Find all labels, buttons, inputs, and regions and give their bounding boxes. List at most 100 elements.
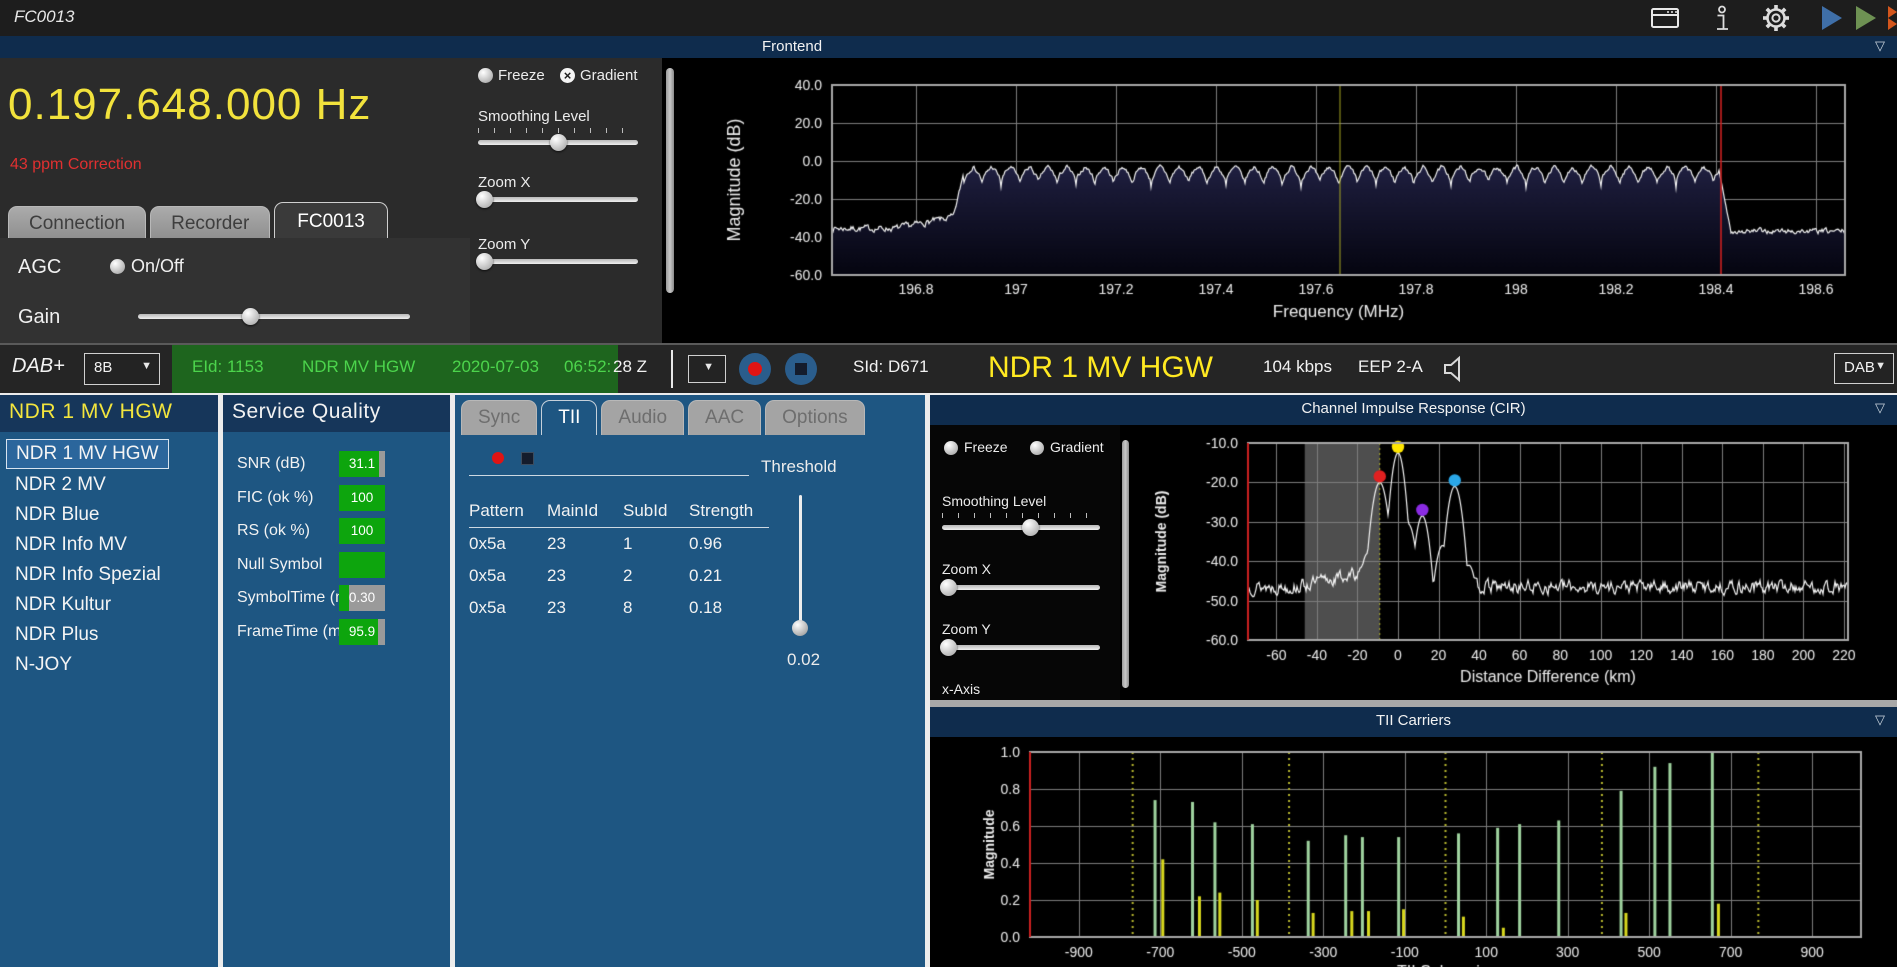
quality-value [339, 552, 385, 578]
chevron-down-icon: ▼ [141, 360, 152, 372]
threshold-slider[interactable] [792, 495, 808, 636]
tii-record-icon[interactable] [492, 452, 504, 464]
tii-carriers-header: TII Carriers ▽ [930, 707, 1897, 737]
service-list-item[interactable]: NDR Kultur [6, 591, 120, 619]
title-bar: FC0013 [0, 0, 1897, 36]
cir-zoom-x-slider-handle[interactable] [940, 579, 957, 596]
column-header: SubId [623, 501, 668, 520]
service-quality-title: Service Quality [232, 400, 381, 423]
divider[interactable] [930, 700, 1897, 707]
service-list-item[interactable]: NDR 2 MV [6, 471, 115, 499]
channel-value: 8B [94, 359, 113, 376]
zoom-x-label: Zoom X [478, 174, 531, 191]
cell-subid: 2 [623, 566, 633, 585]
tab[interactable]: AAC [688, 400, 762, 435]
cir-zoom-y-label: Zoom Y [942, 621, 991, 637]
gain-slider-handle[interactable] [242, 308, 259, 325]
tab[interactable]: TII [541, 400, 598, 435]
quality-bar: 95.9 [339, 618, 385, 645]
cir-smoothing-slider[interactable] [942, 519, 1100, 536]
ppm-correction-label: 43 ppm Correction [10, 156, 142, 173]
column-header: MainId [547, 501, 599, 520]
cir-zoom-y-slider-handle[interactable] [940, 639, 957, 656]
start-muted-button-icon[interactable] [1856, 6, 1876, 30]
gear-icon[interactable] [1762, 4, 1790, 37]
tii-table-body: 0x5a 23 1 0.96 0x5a 23 2 0.21 0x5a 23 8 … [469, 528, 769, 624]
stop-button[interactable] [785, 353, 817, 385]
record-button[interactable] [739, 353, 771, 385]
cir-zoom-x-slider[interactable] [940, 579, 1100, 596]
frontend-title: Frontend [762, 38, 823, 55]
tii-stop-icon[interactable] [521, 452, 534, 465]
quality-bar: 100 [339, 484, 385, 511]
quality-bar: 31.1 [339, 451, 385, 477]
service-list-item[interactable]: NDR Blue [6, 501, 108, 529]
cir-zoom-y-slider[interactable] [940, 639, 1100, 656]
channel-select[interactable]: 8B ▼ [84, 353, 160, 385]
service-name: NDR 1 MV HGW [988, 351, 1213, 384]
smoothing-slider-handle[interactable] [550, 134, 567, 151]
tab[interactable]: Sync [461, 400, 538, 435]
exit-icon[interactable] [1888, 6, 1897, 35]
info-icon[interactable] [1714, 5, 1730, 37]
column-header: Pattern [469, 501, 524, 520]
gain-slider[interactable] [138, 308, 410, 325]
service-list-item[interactable]: NDR 1 MV HGW [6, 439, 169, 469]
output-select[interactable]: DAB ▼ [1834, 353, 1894, 384]
frontend-scrollbar[interactable] [666, 68, 674, 293]
tab[interactable]: Connection [8, 206, 147, 241]
service-list-item[interactable]: NDR Plus [6, 621, 107, 649]
speaker-icon[interactable] [1440, 354, 1470, 389]
cell-strength: 0.96 [689, 534, 723, 553]
start-button-icon[interactable] [1822, 6, 1842, 30]
tab[interactable]: Recorder [150, 206, 271, 241]
quality-rows: SNR (dB) 31.1 FIC (ok %) 100 RS (ok %) 1… [223, 448, 450, 649]
tii-table-header: Pattern MainId SubId Strength [469, 495, 769, 528]
cell-subid: 1 [623, 534, 633, 553]
collapse-tii-icon[interactable]: ▽ [1875, 712, 1885, 728]
quality-bar: 100 [339, 518, 385, 544]
tab[interactable]: Options [765, 400, 865, 435]
cir-smoothing-slider-handle[interactable] [1022, 519, 1039, 536]
table-row: 0x5a 23 8 0.18 [469, 592, 769, 624]
selected-service-title: NDR 1 MV HGW [9, 400, 173, 423]
application-window: FC0013 Frontend ▽ 0.197.648.000 Hz 43 pp… [0, 0, 1897, 967]
cell-strength: 0.21 [689, 566, 723, 585]
collapse-frontend-icon[interactable]: ▽ [1875, 38, 1885, 54]
spectrum-window-icon[interactable] [1650, 6, 1680, 35]
threshold-slider-handle[interactable] [792, 620, 808, 636]
cir-scrollbar[interactable] [1122, 440, 1129, 688]
service-list-panel: NDR 1 MV HGW NDR 1 MV HGW NDR 2 MV NDR Blu… [0, 395, 218, 967]
agc-radio[interactable] [110, 259, 125, 274]
service-list-item[interactable]: NDR Info MV [6, 531, 136, 559]
cir-x-axis-label: x-Axis [942, 681, 981, 697]
spectrum-plot [680, 58, 1897, 343]
frequency-display: 0.197.648.000 Hz [8, 80, 372, 129]
service-list-item[interactable]: N-JOY [6, 651, 81, 679]
zoom-x-slider-handle[interactable] [476, 191, 493, 208]
freeze-radio[interactable] [478, 68, 493, 83]
zoom-y-slider-handle[interactable] [476, 253, 493, 270]
cir-freeze-radio[interactable] [944, 441, 958, 455]
zoom-y-slider[interactable] [476, 253, 638, 270]
table-row: 0x5a 23 1 0.96 [469, 528, 769, 560]
tab[interactable]: Audio [601, 400, 685, 435]
cir-gradient-radio[interactable] [1030, 441, 1044, 455]
quality-value: 100 [350, 523, 374, 538]
tab[interactable]: FC0013 [274, 202, 388, 241]
tii-carriers-title: TII Carriers [1376, 712, 1451, 729]
preset-dropdown[interactable]: ▼ [688, 355, 726, 383]
time-label: 06:52: [564, 357, 612, 376]
chevron-down-icon: ▼ [1875, 360, 1886, 372]
cell-mainid: 23 [547, 566, 566, 585]
tii-table: Pattern MainId SubId Strength 0x5a 23 1 … [469, 495, 769, 624]
collapse-cir-icon[interactable]: ▽ [1875, 400, 1885, 416]
service-list-item[interactable]: NDR Info Spezial [6, 561, 170, 589]
tuner-panel: 0.197.648.000 Hz 43 ppm Correction Conne… [0, 58, 470, 343]
chevron-down-icon: ▼ [703, 361, 714, 373]
smoothing-slider[interactable] [478, 134, 638, 151]
cir-plot [1130, 425, 1897, 700]
gradient-radio[interactable]: × [560, 68, 575, 83]
zoom-x-slider[interactable] [476, 191, 638, 208]
stop-icon [795, 363, 807, 375]
